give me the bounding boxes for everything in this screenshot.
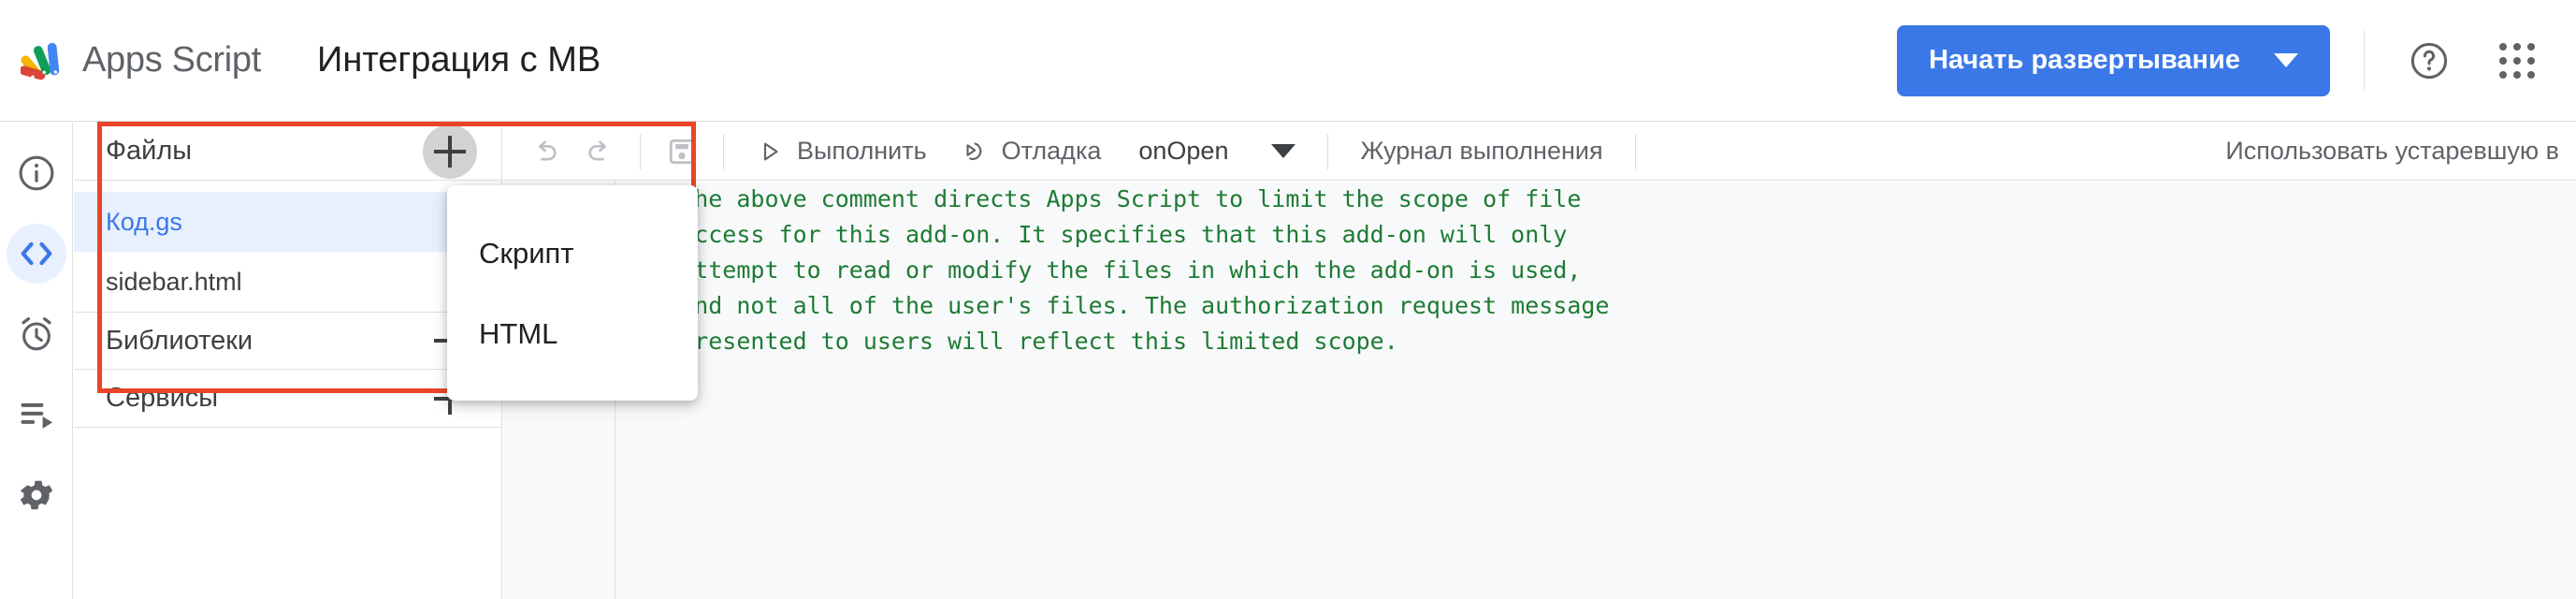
brand-name: Apps Script: [82, 40, 262, 80]
code-editor[interactable]: 5 6 7 8 9 10 * The above comment directs…: [503, 182, 2576, 599]
code-line: * and not all of the user's files. The a…: [638, 292, 1610, 319]
help-circle-icon: [2410, 42, 2448, 79]
add-file-button[interactable]: [423, 124, 477, 179]
function-select[interactable]: onOpen: [1118, 137, 1312, 166]
toolbar-divider: [1634, 133, 1636, 169]
undo-icon: [539, 139, 557, 160]
info-circle-icon: [19, 155, 53, 191]
editor-toolbar: Выполнить Отладка onOpen Журнал выполнен…: [503, 123, 2576, 181]
menu-item-label: HTML: [479, 317, 558, 350]
apps-script-logo-icon: [21, 42, 60, 80]
files-panel: Файлы Код.gs sidebar.html Библиотеки Сер…: [74, 123, 502, 599]
add-file-plus-icon: [434, 135, 466, 168]
services-empty-area: [74, 428, 501, 568]
toolbar-divider: [723, 133, 724, 169]
debug-icon: [966, 141, 981, 160]
menu-item-script[interactable]: Скрипт: [447, 213, 698, 294]
sidebar-item-triggers[interactable]: [7, 304, 66, 364]
list-item[interactable]: Код.gs: [74, 192, 501, 252]
chevron-down-icon: [1271, 144, 1296, 158]
files-section-header: Файлы: [74, 123, 501, 181]
toolbar-divider: [1327, 133, 1329, 169]
list-item[interactable]: sidebar.html: [74, 252, 501, 312]
code-brackets-icon: [21, 241, 51, 266]
header-actions: Начать развертывание: [1897, 24, 2548, 96]
file-name: Код.gs: [106, 207, 182, 236]
libraries-section-header[interactable]: Библиотеки: [74, 312, 501, 370]
code-content[interactable]: * The above comment directs Apps Script …: [615, 182, 2576, 599]
file-list: Код.gs sidebar.html: [74, 192, 501, 312]
save-icon: [669, 139, 695, 164]
legacy-editor-button[interactable]: Использовать устаревшую в: [2208, 137, 2576, 166]
sidebar-item-overview[interactable]: [7, 143, 66, 203]
sidebar-item-executions[interactable]: [7, 385, 66, 445]
sidebar-item-editor[interactable]: [6, 224, 66, 284]
redo-button[interactable]: [572, 125, 625, 178]
code-line: */: [638, 359, 2576, 395]
files-header-label: Файлы: [106, 136, 193, 166]
debug-label: Отладка: [1001, 137, 1102, 165]
menu-item-html[interactable]: HTML: [447, 294, 698, 374]
code-line: * attempt to read or modify the files in…: [638, 256, 1582, 284]
help-button[interactable]: [2398, 30, 2460, 92]
save-button[interactable]: [656, 125, 708, 178]
code-line: * access for this add-on. It specifies t…: [638, 221, 1568, 248]
sidebar-item-settings[interactable]: [7, 465, 66, 525]
add-file-menu: Скрипт HTML: [447, 185, 698, 401]
executions-list-icon: [21, 402, 52, 429]
code-line: * presented to users will reflect this l…: [638, 328, 1398, 355]
libraries-header-label: Библиотеки: [106, 325, 253, 356]
files-spacer: [74, 181, 501, 192]
deploy-button[interactable]: Начать развертывание: [1897, 24, 2330, 96]
brand[interactable]: Apps Script: [21, 37, 261, 85]
menu-item-label: Скрипт: [479, 237, 574, 270]
chevron-down-icon: [2274, 53, 2298, 67]
deploy-button-label: Начать развертывание: [1929, 45, 2240, 75]
run-label: Выполнить: [797, 137, 927, 165]
services-header-label: Сервисы: [106, 383, 219, 413]
page-title: Интеграция с МВ: [317, 40, 601, 80]
undo-button[interactable]: [520, 125, 572, 178]
apps-grid-icon: [2499, 42, 2535, 79]
debug-button[interactable]: Отладка: [944, 125, 1119, 178]
left-rail: [0, 123, 73, 599]
play-triangle-icon: [763, 142, 778, 160]
redo-icon: [588, 139, 606, 160]
gear-icon: [20, 480, 52, 510]
run-button[interactable]: Выполнить: [739, 125, 944, 178]
file-name: sidebar.html: [106, 267, 242, 296]
services-section-header[interactable]: Сервисы: [74, 370, 501, 428]
toolbar-divider: [640, 133, 641, 169]
apps-grid-button[interactable]: [2486, 30, 2548, 92]
code-line: * The above comment directs Apps Script …: [638, 185, 1582, 212]
header-divider: [2364, 30, 2365, 91]
function-select-value: onOpen: [1138, 137, 1229, 165]
app-header: Apps Script Интеграция с МВ Начать разве…: [0, 0, 2576, 122]
alarm-clock-icon: [21, 317, 51, 351]
execution-log-button[interactable]: Журнал выполнения: [1343, 137, 1619, 166]
